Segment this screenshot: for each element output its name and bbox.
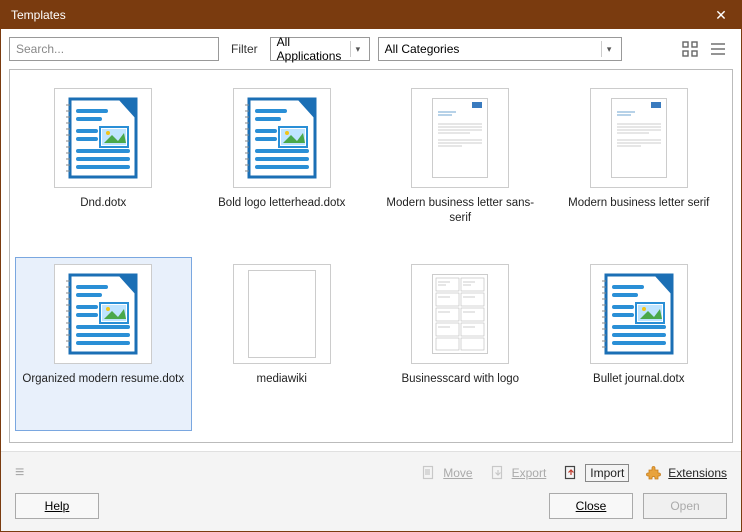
extensions-button[interactable]: Extensions [645, 464, 727, 482]
window-title: Templates [11, 8, 66, 22]
extensions-label: Extensions [668, 466, 727, 480]
template-item[interactable]: Modern business letter sans-serif [373, 82, 548, 254]
template-label: Modern business letter serif [566, 196, 711, 211]
template-item[interactable]: Bullet journal.dotx [552, 258, 727, 430]
footer: ≡ Move Export Import Extensions Help Clo… [1, 451, 741, 531]
template-thumbnail [233, 264, 331, 364]
titlebar: Templates ✕ [1, 1, 741, 29]
template-item[interactable]: Bold logo letterhead.dotx [195, 82, 370, 254]
template-item[interactable]: Organized modern resume.dotx [16, 258, 191, 430]
window: Templates ✕ Filter All Applications ▾ Al… [0, 0, 742, 532]
close-icon[interactable]: ✕ [701, 1, 741, 29]
template-item[interactable]: Businesscard with logo [373, 258, 548, 430]
import-label: Import [585, 464, 629, 482]
thumbnail-view-button[interactable] [681, 40, 699, 58]
export-icon [489, 464, 507, 482]
help-label: Help [45, 499, 70, 513]
template-grid[interactable]: Dnd.dotx Bold logo letterhead.dotx Modern … [10, 70, 732, 442]
template-label: Modern business letter sans-serif [375, 196, 546, 226]
template-thumbnail [233, 88, 331, 188]
content-area: Dnd.dotx Bold logo letterhead.dotx Modern … [9, 69, 733, 443]
template-item[interactable]: mediawiki [195, 258, 370, 430]
template-thumbnail [411, 264, 509, 364]
open-button[interactable]: Open [643, 493, 727, 519]
category-select[interactable]: All Categories ▾ [378, 37, 622, 61]
template-item[interactable]: Dnd.dotx [16, 82, 191, 254]
template-thumbnail [590, 88, 688, 188]
template-item[interactable]: Modern business letter serif [552, 82, 727, 254]
template-label: mediawiki [255, 372, 310, 387]
open-label: Open [670, 499, 699, 513]
export-label: Export [512, 466, 547, 480]
move-icon [420, 464, 438, 482]
template-label: Bullet journal.dotx [591, 372, 686, 387]
import-button[interactable]: Import [562, 464, 629, 482]
template-thumbnail [411, 88, 509, 188]
close-button[interactable]: Close [549, 493, 633, 519]
chevron-down-icon: ▾ [601, 41, 617, 57]
template-label: Businesscard with logo [399, 372, 521, 387]
template-label: Bold logo letterhead.dotx [216, 196, 347, 211]
move-label: Move [443, 466, 472, 480]
export-button: Export [489, 464, 547, 482]
menu-icon[interactable]: ≡ [15, 464, 24, 482]
move-button: Move [420, 464, 472, 482]
search-input[interactable] [9, 37, 219, 61]
import-icon [562, 464, 580, 482]
template-label: Dnd.dotx [78, 196, 128, 211]
help-button[interactable]: Help [15, 493, 99, 519]
close-label: Close [576, 499, 607, 513]
template-label: Organized modern resume.dotx [20, 372, 186, 387]
list-view-button[interactable] [709, 40, 727, 58]
toolbar: Filter All Applications ▾ All Categories… [1, 29, 741, 69]
chevron-down-icon: ▾ [350, 41, 365, 57]
template-thumbnail [590, 264, 688, 364]
template-thumbnail [54, 88, 152, 188]
extensions-icon [645, 464, 663, 482]
category-select-value: All Categories [385, 42, 460, 56]
application-select-value: All Applications [277, 35, 350, 63]
application-select[interactable]: All Applications ▾ [270, 37, 370, 61]
template-thumbnail [54, 264, 152, 364]
filter-label: Filter [231, 42, 258, 56]
